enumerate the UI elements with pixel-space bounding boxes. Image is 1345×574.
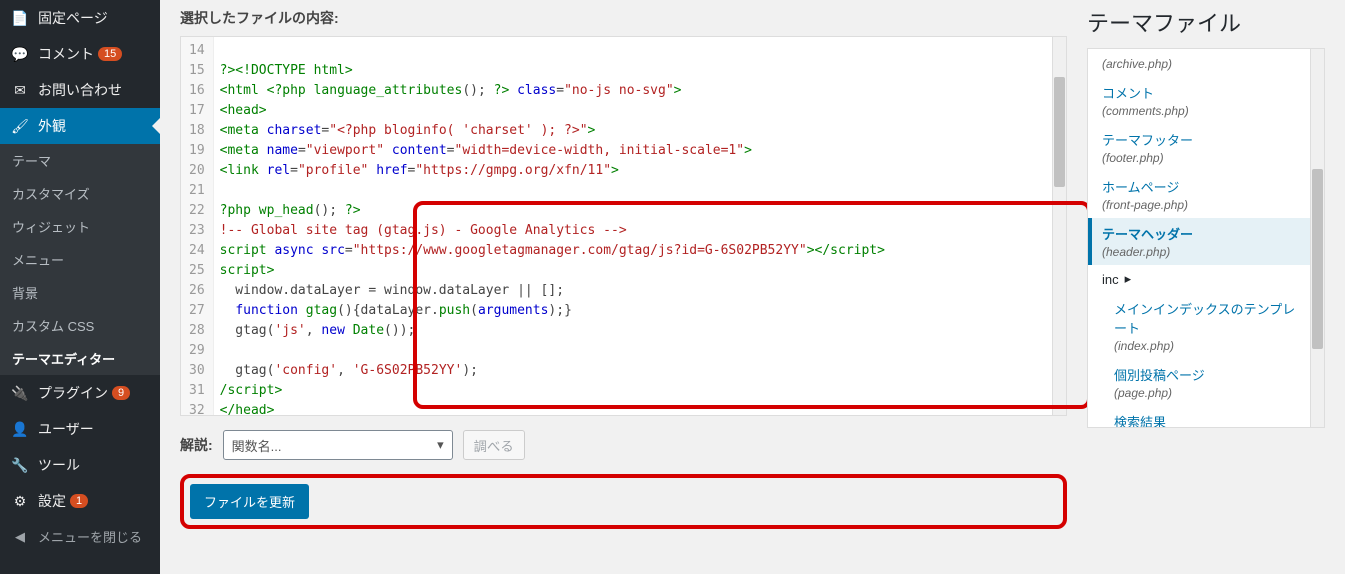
- badge: 9: [112, 386, 130, 400]
- theme-file-item[interactable]: テーマフッター(footer.php): [1088, 124, 1310, 171]
- lookup-button[interactable]: 調べる: [463, 430, 525, 460]
- submenu-item[interactable]: 背景: [0, 276, 160, 309]
- tool-icon: 🔧: [10, 457, 30, 474]
- main-content: 選択したファイルの内容: 141516171819202122232425262…: [160, 0, 1345, 574]
- theme-files-heading: テーマファイル: [1087, 6, 1325, 38]
- theme-file-list: (archive.php)コメント(comments.php)テーマフッター(f…: [1087, 48, 1325, 428]
- collapse-icon: ◀: [10, 529, 30, 545]
- badge: 15: [98, 47, 122, 61]
- submenu-item[interactable]: ウィジェット: [0, 210, 160, 243]
- menu-item-brush[interactable]: 🖌外観: [0, 108, 160, 144]
- menu-item-mail[interactable]: ✉お問い合わせ: [0, 72, 160, 108]
- submenu-item[interactable]: メニュー: [0, 243, 160, 276]
- submenu-item[interactable]: カスタマイズ: [0, 177, 160, 210]
- collapse-menu[interactable]: ◀ メニューを閉じる: [0, 519, 160, 554]
- menu-item-tool[interactable]: 🔧ツール: [0, 447, 160, 483]
- theme-file-item[interactable]: コメント(comments.php): [1088, 77, 1310, 124]
- user-icon: 👤: [10, 421, 30, 438]
- filelist-scrollbar[interactable]: [1310, 49, 1324, 427]
- brush-icon: 🖌: [10, 118, 30, 135]
- badge: 1: [70, 494, 88, 508]
- comment-icon: 💬: [10, 46, 30, 63]
- theme-file-item[interactable]: ホームページ(front-page.php): [1088, 171, 1310, 218]
- folder-item[interactable]: inc ▸: [1088, 265, 1310, 293]
- submenu-item[interactable]: テーマエディター: [0, 342, 160, 375]
- submenu-item[interactable]: カスタム CSS: [0, 309, 160, 342]
- menu-item-user[interactable]: 👤ユーザー: [0, 411, 160, 447]
- theme-file-item[interactable]: メインインデックスのテンプレート(index.php): [1088, 293, 1310, 359]
- chevron-right-icon: ▸: [1125, 271, 1132, 287]
- page-icon: 📄: [10, 10, 30, 27]
- scrollbar-thumb[interactable]: [1054, 77, 1065, 187]
- line-gutter: 14151617181920212223242526272829303132: [181, 37, 214, 415]
- explain-label: 解説:: [180, 435, 213, 455]
- submenu-item[interactable]: テーマ: [0, 144, 160, 177]
- scrollbar-thumb[interactable]: [1312, 169, 1323, 349]
- function-select[interactable]: 関数名...: [223, 430, 453, 460]
- code-area[interactable]: ?><!DOCTYPE html><html <?php language_at…: [214, 37, 1052, 415]
- admin-sidebar: 📄固定ページ💬コメント15✉お問い合わせ🖌外観テーマカスタマイズウィジェットメニ…: [0, 0, 160, 574]
- menu-item-settings[interactable]: ⚙設定1: [0, 483, 160, 519]
- menu-item-page[interactable]: 📄固定ページ: [0, 0, 160, 36]
- theme-file-item[interactable]: (archive.php): [1088, 49, 1310, 77]
- editor-scrollbar[interactable]: [1052, 37, 1066, 415]
- theme-file-item[interactable]: テーマヘッダー(header.php): [1088, 218, 1310, 265]
- mail-icon: ✉: [10, 82, 30, 99]
- annotation-box-update: ファイルを更新: [180, 474, 1067, 529]
- collapse-label: メニューを閉じる: [38, 527, 142, 546]
- menu-item-plugin[interactable]: 🔌プラグイン9: [0, 375, 160, 411]
- theme-file-item[interactable]: 検索結果: [1088, 406, 1310, 428]
- plugin-icon: 🔌: [10, 385, 30, 402]
- menu-item-comment[interactable]: 💬コメント15: [0, 36, 160, 72]
- settings-icon: ⚙: [10, 493, 30, 510]
- update-file-button[interactable]: ファイルを更新: [190, 484, 309, 519]
- theme-file-item[interactable]: 個別投稿ページ(page.php): [1088, 359, 1310, 406]
- editor-heading: 選択したファイルの内容:: [180, 8, 1067, 28]
- code-editor[interactable]: 14151617181920212223242526272829303132 ?…: [180, 36, 1067, 416]
